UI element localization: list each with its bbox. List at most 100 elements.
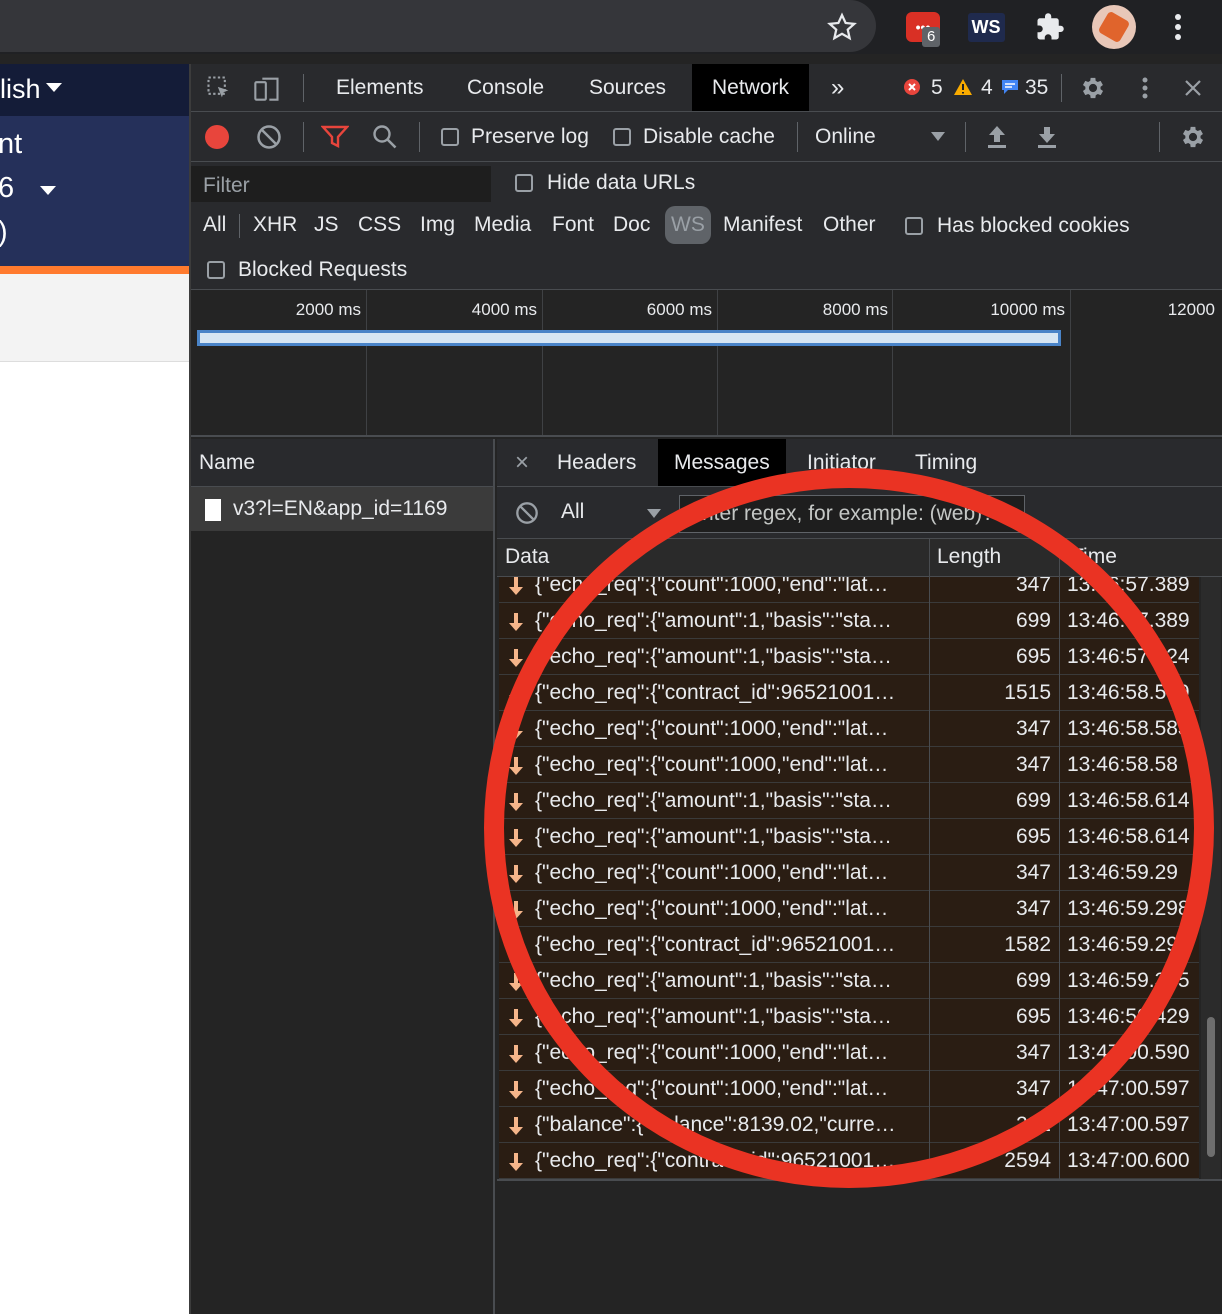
type-filter-ws[interactable]: WS — [665, 206, 711, 244]
hide-data-urls-label[interactable]: Hide data URLs — [547, 171, 695, 195]
type-filter-xhr[interactable]: XHR — [247, 206, 303, 244]
message-row[interactable]: {"echo_req":{"amount":1,"basis":"sta… 695… — [499, 819, 1199, 855]
type-filter-font[interactable]: Font — [546, 206, 600, 244]
web-page: lish nt 6 ) — [0, 64, 189, 1314]
message-row[interactable]: {"echo_req":{"amount":1,"basis":"sta… 695… — [499, 639, 1199, 675]
language-selector[interactable]: lish — [0, 74, 41, 105]
dots-extension-icon[interactable]: ••• 6 — [898, 7, 948, 47]
account-line: ) — [0, 216, 8, 249]
blocked-requests-checkbox[interactable] — [207, 261, 225, 279]
message-length: 281 — [1015, 1113, 1051, 1136]
tab-messages[interactable]: Messages — [658, 439, 786, 486]
message-data: {"echo_req":{"amount":1,"basis":"sta… — [535, 645, 892, 668]
device-toolbar-icon[interactable] — [251, 72, 283, 104]
message-row[interactable]: {"echo_req":{"count":1000,"end":"lat… 347… — [499, 1071, 1199, 1107]
tab-elements[interactable]: Elements — [316, 64, 444, 111]
scrollbar-thumb[interactable] — [1207, 1017, 1215, 1157]
network-settings-gear-icon[interactable] — [1177, 121, 1209, 153]
chevron-down-icon[interactable] — [931, 132, 945, 141]
message-length: 347 — [1015, 753, 1051, 776]
request-name: v3?l=EN&app_id=1169 — [233, 497, 448, 520]
message-row[interactable]: {"echo_req":{"count":1000,"end":"lat… 347… — [499, 747, 1199, 783]
browser-toolbar: ••• 6 WS — [0, 0, 1222, 54]
throttling-select[interactable]: Online — [815, 125, 876, 149]
chevron-down-icon[interactable] — [46, 83, 62, 92]
message-type-select[interactable]: All — [561, 500, 584, 524]
info-count[interactable]: 35 — [1025, 76, 1048, 100]
close-detail-icon[interactable]: × — [499, 439, 545, 486]
address-bar[interactable] — [0, 0, 876, 52]
inspect-element-icon[interactable] — [203, 72, 235, 104]
column-length[interactable]: Length — [929, 539, 1001, 575]
type-filter-js[interactable]: JS — [308, 206, 345, 244]
filter-icon[interactable] — [319, 121, 351, 153]
close-icon[interactable] — [1177, 72, 1209, 104]
more-tabs-icon[interactable]: » — [811, 64, 864, 111]
blocked-requests-label[interactable]: Blocked Requests — [238, 258, 407, 282]
filter-input[interactable]: Filter — [191, 166, 491, 202]
has-blocked-cookies-label[interactable]: Has blocked cookies — [937, 214, 1130, 238]
message-row[interactable]: {"balance":{"balance":8139.02,"curre… 281… — [499, 1107, 1199, 1143]
error-count[interactable]: 5 — [931, 76, 943, 100]
chevron-down-icon[interactable] — [40, 186, 56, 195]
message-row[interactable]: {"echo_req":{"count":1000,"end":"lat… 347… — [499, 855, 1199, 891]
import-har-icon[interactable] — [981, 121, 1013, 153]
avatar[interactable] — [1090, 5, 1138, 49]
message-row[interactable]: {"echo_req":{"count":1000,"end":"lat… 347… — [499, 1035, 1199, 1071]
messages-scrollbar[interactable] — [1201, 577, 1221, 1179]
message-row[interactable]: {"echo_req":{"contract_id":96521001… 1582… — [499, 927, 1199, 963]
settings-gear-icon[interactable] — [1077, 72, 1109, 104]
message-row[interactable]: {"echo_req":{"amount":1,"basis":"sta… 699… — [499, 603, 1199, 639]
tab-initiator[interactable]: Initiator — [791, 439, 892, 486]
has-blocked-cookies-checkbox[interactable] — [905, 217, 923, 235]
type-filter-css[interactable]: CSS — [352, 206, 407, 244]
message-row[interactable]: {"echo_req":{"count":1000,"end":"lat… 347… — [499, 891, 1199, 927]
tab-console[interactable]: Console — [447, 64, 564, 111]
tab-network[interactable]: Network — [692, 64, 810, 111]
ws-extension-icon[interactable]: WS — [966, 7, 1006, 47]
message-row[interactable]: {"echo_req":{"count":1000,"end":"lat… 347… — [499, 711, 1199, 747]
clear-messages-icon[interactable] — [511, 497, 543, 529]
type-filter-all[interactable]: All — [197, 206, 232, 244]
request-row[interactable]: v3?l=EN&app_id=1169 — [191, 487, 493, 531]
export-har-icon[interactable] — [1031, 121, 1063, 153]
more-vert-icon[interactable] — [1129, 72, 1161, 104]
name-column-header[interactable]: Name — [191, 439, 493, 487]
message-row[interactable]: {"echo_req":{"contract_id":96521001… 2594… — [499, 1143, 1199, 1179]
tab-headers[interactable]: Headers — [541, 439, 652, 486]
type-filter-manifest[interactable]: Manifest — [717, 206, 808, 244]
record-icon[interactable] — [201, 121, 233, 153]
message-regex-input[interactable]: Enter regex, for example: (web)?s — [679, 495, 1025, 533]
message-row[interactable]: {"echo_req":{"amount":1,"basis":"sta… 699… — [499, 963, 1199, 999]
chevron-down-icon[interactable] — [647, 509, 661, 518]
star-icon[interactable] — [820, 7, 864, 47]
preserve-log-checkbox[interactable] — [441, 128, 459, 146]
network-overview-timeline[interactable]: 2000 ms 4000 ms 6000 ms 8000 ms 10000 ms… — [191, 290, 1222, 437]
disable-cache-label[interactable]: Disable cache — [643, 125, 775, 149]
tab-timing[interactable]: Timing — [899, 439, 993, 486]
type-filter-other[interactable]: Other — [817, 206, 882, 244]
message-row[interactable]: {"echo_req":{"count":1000,"end":"lat… 347… — [499, 577, 1199, 603]
type-filter-media[interactable]: Media — [468, 206, 537, 244]
more-vert-icon[interactable] — [1160, 7, 1196, 47]
clear-icon[interactable] — [253, 121, 285, 153]
column-data[interactable]: Data — [497, 539, 549, 575]
message-length: 1582 — [1004, 933, 1051, 956]
incoming-arrow-icon — [507, 1107, 525, 1143]
type-filter-doc[interactable]: Doc — [607, 206, 656, 244]
message-row[interactable]: {"echo_req":{"amount":1,"basis":"sta… 695… — [499, 999, 1199, 1035]
warning-count[interactable]: 4 — [981, 76, 993, 100]
tab-sources[interactable]: Sources — [569, 64, 686, 111]
column-time[interactable]: Time — [1063, 539, 1117, 575]
hide-data-urls-checkbox[interactable] — [515, 174, 533, 192]
search-icon[interactable] — [369, 121, 401, 153]
ws-extension-label: WS — [967, 12, 1005, 42]
preserve-log-label[interactable]: Preserve log — [471, 125, 589, 149]
puzzle-icon[interactable] — [1030, 7, 1070, 47]
account-panel[interactable]: nt 6 ) — [0, 116, 189, 266]
message-row[interactable]: {"echo_req":{"amount":1,"basis":"sta… 699… — [499, 783, 1199, 819]
message-row[interactable]: {"echo_req":{"contract_id":96521001… 1515… — [499, 675, 1199, 711]
type-filter-img[interactable]: Img — [414, 206, 461, 244]
message-time: 13:46:58.583 — [1067, 717, 1190, 740]
disable-cache-checkbox[interactable] — [613, 128, 631, 146]
